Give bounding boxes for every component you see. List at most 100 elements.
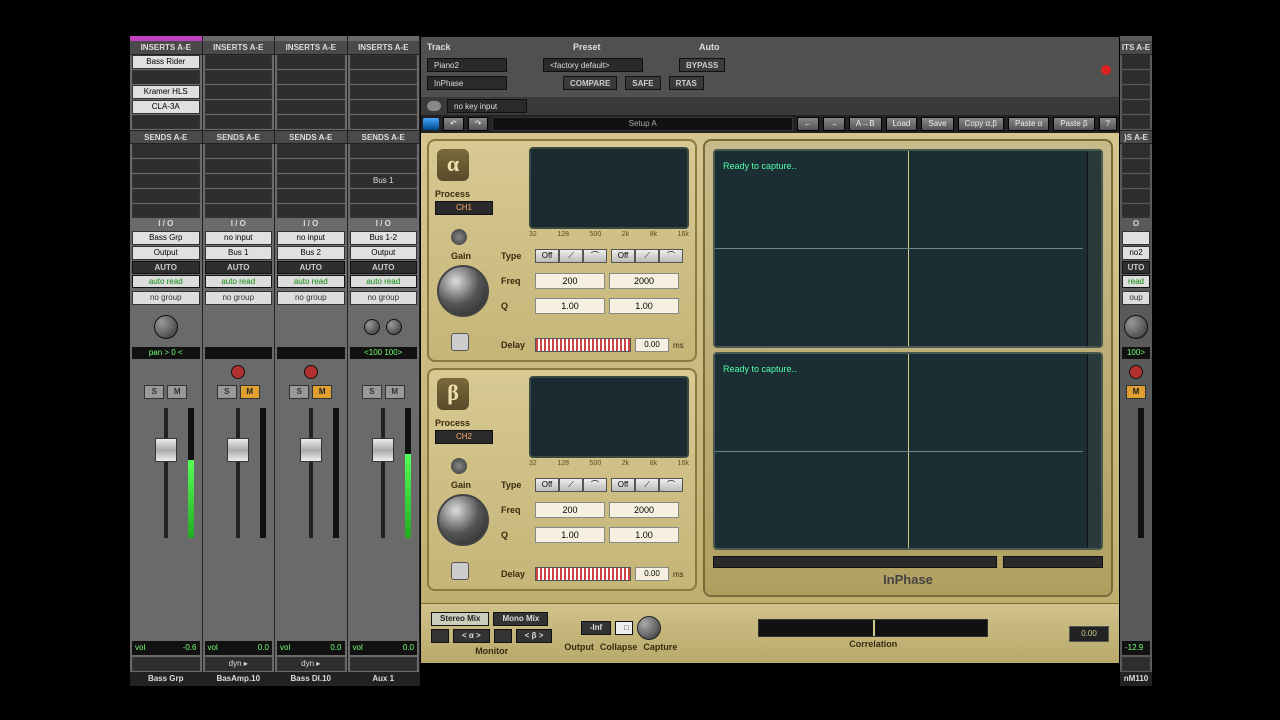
input-field[interactable] xyxy=(1122,231,1150,245)
pan-knob[interactable] xyxy=(154,315,178,339)
fader-track[interactable] xyxy=(309,408,313,538)
key-input-selector[interactable]: no key input xyxy=(447,99,527,113)
q1-input[interactable]: 1.00 xyxy=(535,527,605,543)
mute-button[interactable]: M xyxy=(1126,385,1146,399)
send-slot[interactable] xyxy=(1122,189,1150,203)
send-slot[interactable] xyxy=(132,204,200,218)
delay-value[interactable]: 0.00 xyxy=(635,338,669,352)
filter2-bell-icon[interactable]: ⌒ xyxy=(659,249,683,263)
insert-slot[interactable] xyxy=(132,115,200,129)
insert-slot[interactable] xyxy=(277,70,345,84)
paste-beta-button[interactable]: Paste β xyxy=(1053,117,1094,131)
solo-button[interactable]: S xyxy=(289,385,309,399)
send-slot[interactable] xyxy=(350,204,418,218)
send-slot[interactable] xyxy=(132,174,200,188)
key-icon[interactable] xyxy=(427,101,441,111)
prev-button[interactable]: ← xyxy=(797,117,819,131)
fader-track[interactable] xyxy=(236,408,240,538)
insert-slot[interactable]: Bass Rider xyxy=(132,55,200,69)
insert-slot[interactable] xyxy=(205,115,273,129)
output-routing[interactable] xyxy=(132,657,200,671)
group-field[interactable]: no group xyxy=(205,291,273,305)
auto-mode[interactable]: auto read xyxy=(350,275,418,288)
record-button[interactable] xyxy=(231,365,245,379)
power-button[interactable] xyxy=(451,333,469,351)
monitor-beta-button[interactable]: < β > xyxy=(516,629,553,643)
q2-input[interactable]: 1.00 xyxy=(609,527,679,543)
compare-button[interactable]: COMPARE xyxy=(563,76,617,90)
send-slot[interactable] xyxy=(350,144,418,158)
filter-shelf-icon[interactable]: ⟋ xyxy=(559,478,583,492)
channel-selector[interactable]: CH2 xyxy=(435,430,493,444)
output-routing[interactable] xyxy=(350,657,418,671)
power-button[interactable] xyxy=(451,562,469,580)
delay-value[interactable]: 0.00 xyxy=(635,567,669,581)
pan-knob[interactable] xyxy=(1124,315,1148,339)
delay-slider[interactable] xyxy=(535,338,631,352)
mute-button[interactable]: M xyxy=(167,385,187,399)
alpha-spectrum[interactable] xyxy=(529,147,689,229)
auto-button[interactable]: AUTO xyxy=(277,261,345,274)
filter2-shelf-icon[interactable]: ⟋ xyxy=(635,249,659,263)
freq1-input[interactable]: 200 xyxy=(535,273,605,289)
mute-button[interactable]: M xyxy=(240,385,260,399)
paste-alpha-button[interactable]: Paste α xyxy=(1008,117,1049,131)
scope-scrollbar[interactable] xyxy=(1087,151,1101,346)
insert-slot[interactable] xyxy=(205,55,273,69)
send-slot[interactable] xyxy=(1122,159,1150,173)
alpha-waveform-scope[interactable]: Ready to capture.. xyxy=(713,149,1103,348)
filter-shelf-icon[interactable]: ⟋ xyxy=(559,249,583,263)
send-slot[interactable] xyxy=(132,144,200,158)
insert-slot[interactable] xyxy=(277,85,345,99)
bypass-button[interactable]: BYPASS xyxy=(679,58,725,72)
send-slot[interactable] xyxy=(205,174,273,188)
insert-slot[interactable] xyxy=(350,115,418,129)
rtas-button[interactable]: RTAS xyxy=(669,76,704,90)
filter2-shelf-icon[interactable]: ⟋ xyxy=(635,478,659,492)
output-field[interactable]: Bus 1 xyxy=(205,246,273,260)
auto-button[interactable]: AUTO xyxy=(205,261,273,274)
record-button[interactable] xyxy=(1129,365,1143,379)
setup-selector[interactable]: Setup A xyxy=(492,117,792,131)
insert-slot[interactable] xyxy=(205,70,273,84)
fader-cap[interactable] xyxy=(155,438,177,462)
insert-slot[interactable] xyxy=(277,100,345,114)
send-slot[interactable] xyxy=(277,144,345,158)
q2-input[interactable]: 1.00 xyxy=(609,298,679,314)
gain-knob[interactable] xyxy=(437,494,489,546)
input-field[interactable]: no input xyxy=(205,231,273,245)
insert-slot[interactable] xyxy=(350,85,418,99)
input-field[interactable]: Bass Grp xyxy=(132,231,200,245)
monitor-prev-button[interactable] xyxy=(431,629,449,643)
insert-slot[interactable] xyxy=(1122,70,1150,84)
dyn-slot[interactable]: dyn ▸ xyxy=(205,657,273,671)
scope-h-scroll-1[interactable] xyxy=(713,556,997,568)
insert-slot[interactable] xyxy=(205,100,273,114)
filter2-off-button[interactable]: Off xyxy=(611,478,635,492)
auto-button[interactable]: AUTO xyxy=(350,261,418,274)
filter2-off-button[interactable]: Off xyxy=(611,249,635,263)
dyn-slot[interactable]: dyn ▸ xyxy=(277,657,345,671)
send-slot[interactable]: Bus 1 xyxy=(350,174,418,188)
insert-slot[interactable] xyxy=(132,70,200,84)
track-name[interactable]: Bass Grp xyxy=(130,672,202,686)
send-slot[interactable] xyxy=(1122,204,1150,218)
freq2-input[interactable]: 2000 xyxy=(609,273,679,289)
collapse-label[interactable]: Collapse xyxy=(600,642,638,652)
output-field[interactable]: Bus 2 xyxy=(277,246,345,260)
insert-slot[interactable] xyxy=(350,70,418,84)
track-name[interactable]: BasAmp.10 xyxy=(203,672,275,686)
stereo-mix-button[interactable]: Stereo Mix xyxy=(431,612,489,626)
inf-button[interactable]: -Inf xyxy=(581,621,611,635)
insert-slot[interactable] xyxy=(350,100,418,114)
preset-selector[interactable]: <factory default> xyxy=(543,58,643,72)
monitor-alpha-button[interactable]: < α > xyxy=(453,629,490,643)
send-slot[interactable] xyxy=(350,189,418,203)
track-selector[interactable]: Piano2 xyxy=(427,58,507,72)
insert-slot[interactable] xyxy=(1122,85,1150,99)
input-field[interactable]: Bus 1-2 xyxy=(350,231,418,245)
insert-slot[interactable] xyxy=(205,85,273,99)
redo-button[interactable]: ↷ xyxy=(468,117,489,131)
group-field[interactable]: no group xyxy=(277,291,345,305)
pan-knob-l[interactable] xyxy=(364,319,380,335)
